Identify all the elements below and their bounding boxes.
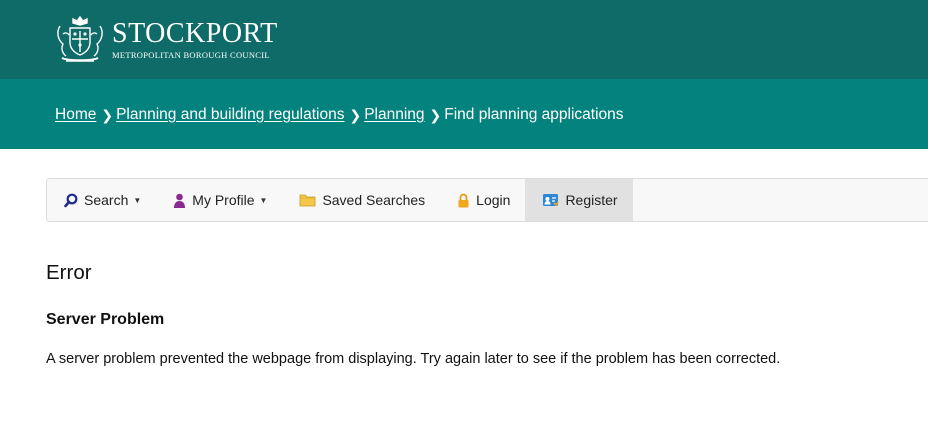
logo-subtitle: METROPOLITAN BOROUGH COUNCIL bbox=[112, 49, 270, 60]
nav-register-label: Register bbox=[565, 192, 618, 208]
breadcrumb: Home ❯ Planning and building regulations… bbox=[55, 104, 624, 126]
register-card-icon bbox=[542, 193, 560, 207]
nav-my-profile-dropdown[interactable]: My Profile ▼ bbox=[156, 179, 282, 221]
nav-saved-searches-label: Saved Searches bbox=[322, 192, 426, 208]
nav-my-profile-label: My Profile bbox=[192, 192, 255, 208]
caret-down-icon: ▼ bbox=[133, 195, 142, 205]
nav-login[interactable]: Login bbox=[440, 179, 525, 221]
nav-register[interactable]: Register bbox=[525, 179, 633, 221]
council-logo[interactable]: STOCKPORT METROPOLITAN BOROUGH COUNCIL bbox=[54, 14, 278, 64]
site-header: STOCKPORT METROPOLITAN BOROUGH COUNCIL bbox=[0, 0, 928, 79]
chevron-right-icon: ❯ bbox=[429, 106, 442, 123]
lock-icon bbox=[457, 193, 470, 208]
breadcrumb-planning[interactable]: Planning bbox=[364, 106, 424, 124]
caret-down-icon: ▼ bbox=[259, 195, 268, 205]
search-icon bbox=[64, 193, 78, 208]
error-subtitle: Server Problem bbox=[46, 311, 165, 328]
nav-login-label: Login bbox=[476, 192, 511, 208]
breadcrumb-home[interactable]: Home bbox=[55, 106, 96, 124]
chevron-right-icon: ❯ bbox=[349, 106, 362, 123]
person-icon bbox=[173, 193, 186, 208]
logo-name: STOCKPORT bbox=[112, 17, 278, 49]
nav-search-label: Search bbox=[84, 192, 129, 208]
breadcrumb-planning-building-regulations[interactable]: Planning and building regulations bbox=[116, 106, 344, 124]
error-message: A server problem prevented the webpage f… bbox=[46, 351, 781, 367]
nav-saved-searches[interactable]: Saved Searches bbox=[282, 179, 440, 221]
chevron-right-icon: ❯ bbox=[101, 106, 114, 123]
folder-icon bbox=[299, 193, 316, 207]
coat-of-arms-icon bbox=[57, 15, 103, 62]
main-navbar: Search ▼ My Profile ▼ Saved Searches Log… bbox=[46, 178, 928, 222]
breadcrumb-current: Find planning applications bbox=[444, 106, 624, 123]
page-title: Error bbox=[46, 261, 92, 284]
nav-search-dropdown[interactable]: Search ▼ bbox=[47, 179, 156, 221]
